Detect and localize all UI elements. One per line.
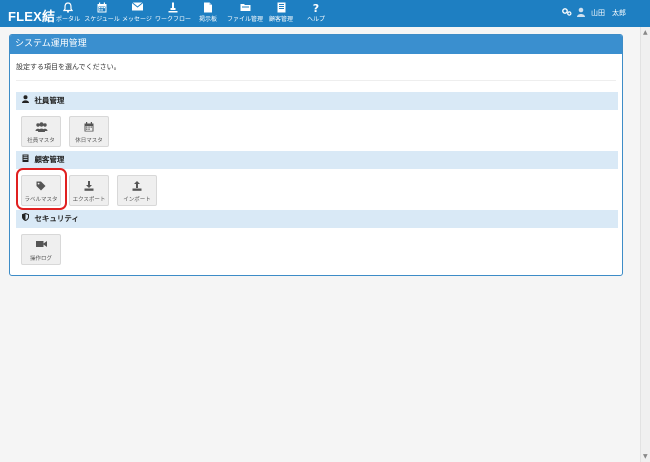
user-icon xyxy=(22,95,31,105)
board-icon xyxy=(192,2,224,15)
nav-label: 顧客管理 xyxy=(268,16,293,23)
calendar-icon xyxy=(84,2,120,15)
divider xyxy=(16,80,616,81)
tile-label: インポート xyxy=(123,197,151,203)
scroll-down-icon[interactable]: ▼ xyxy=(643,453,648,460)
scroll-up-icon[interactable]: ▲ xyxy=(643,29,648,36)
panel-title: システム運用管理 xyxy=(10,35,622,54)
section-employee-management: 社員管理 xyxy=(16,92,618,110)
customer-icon xyxy=(264,2,298,15)
nav-label: メッセージ xyxy=(122,16,152,23)
section-title: 社員管理 xyxy=(34,96,65,105)
calendar-icon xyxy=(70,122,108,133)
settings-icon[interactable] xyxy=(562,8,572,18)
nav-file-management[interactable]: ファイル管理 xyxy=(226,2,264,26)
nav-label: ポータル xyxy=(55,16,80,23)
tile-export[interactable]: エクスポート xyxy=(69,175,109,206)
tile-operation-log[interactable]: 操作ログ xyxy=(21,234,61,265)
section-title: セキュリティ xyxy=(34,214,79,223)
section-security: セキュリティ xyxy=(16,210,618,228)
tile-import[interactable]: インポート xyxy=(117,175,157,206)
tile-employee-master[interactable]: 社員マスタ xyxy=(21,116,61,147)
tile-label: 休日マスタ xyxy=(75,138,103,144)
building-icon xyxy=(22,154,31,164)
envelope-icon xyxy=(121,2,153,15)
nav-portal[interactable]: ポータル xyxy=(52,2,84,26)
nav-label: ヘルプ xyxy=(306,16,325,23)
workflow-icon xyxy=(155,2,191,15)
nav-board[interactable]: 掲示板 xyxy=(192,2,224,26)
tile-holiday-master[interactable]: 休日マスタ xyxy=(69,116,109,147)
highlight-annotation xyxy=(16,168,67,210)
tile-label: エクスポート xyxy=(72,197,106,203)
nav-label: ファイル管理 xyxy=(226,16,263,23)
shield-icon xyxy=(22,213,31,223)
app-brand[interactable]: FLEX結 xyxy=(8,6,55,25)
video-camera-icon xyxy=(22,240,60,251)
vertical-scrollbar[interactable]: ▲ ▼ xyxy=(640,27,650,462)
system-admin-panel: システム運用管理 設定する項目を選んでください。 社員管理 社員マスタ 休日マス… xyxy=(9,34,623,276)
upload-icon xyxy=(118,181,156,192)
nav-workflow[interactable]: ワークフロー xyxy=(155,2,191,26)
user-avatar-icon[interactable] xyxy=(577,7,585,19)
top-navbar: FLEX結 ポータル スケジュール メッセージ ワークフロー 掲示板 ファイル管… xyxy=(0,0,650,27)
section-title: 顧客管理 xyxy=(34,155,65,164)
folder-icon xyxy=(226,2,264,15)
nav-label: ワークフロー xyxy=(155,16,192,23)
users-icon xyxy=(22,122,60,133)
section-customer-management: 顧客管理 xyxy=(16,151,618,169)
nav-schedule[interactable]: スケジュール xyxy=(84,2,120,26)
nav-message[interactable]: メッセージ xyxy=(121,2,153,26)
help-icon: ? xyxy=(312,2,320,15)
user-name[interactable]: 山田 太郎 xyxy=(591,8,626,18)
nav-help[interactable]: ? ヘルプ xyxy=(300,2,332,26)
panel-description: 設定する項目を選んでください。 xyxy=(16,63,121,71)
nav-label: 掲示板 xyxy=(198,16,217,23)
nav-label: スケジュール xyxy=(84,16,120,23)
tile-label: 操作ログ xyxy=(29,256,52,262)
nav-customer-management[interactable]: 顧客管理 xyxy=(264,2,298,26)
download-icon xyxy=(70,181,108,192)
bell-icon xyxy=(52,2,84,15)
tile-label: 社員マスタ xyxy=(27,138,55,144)
